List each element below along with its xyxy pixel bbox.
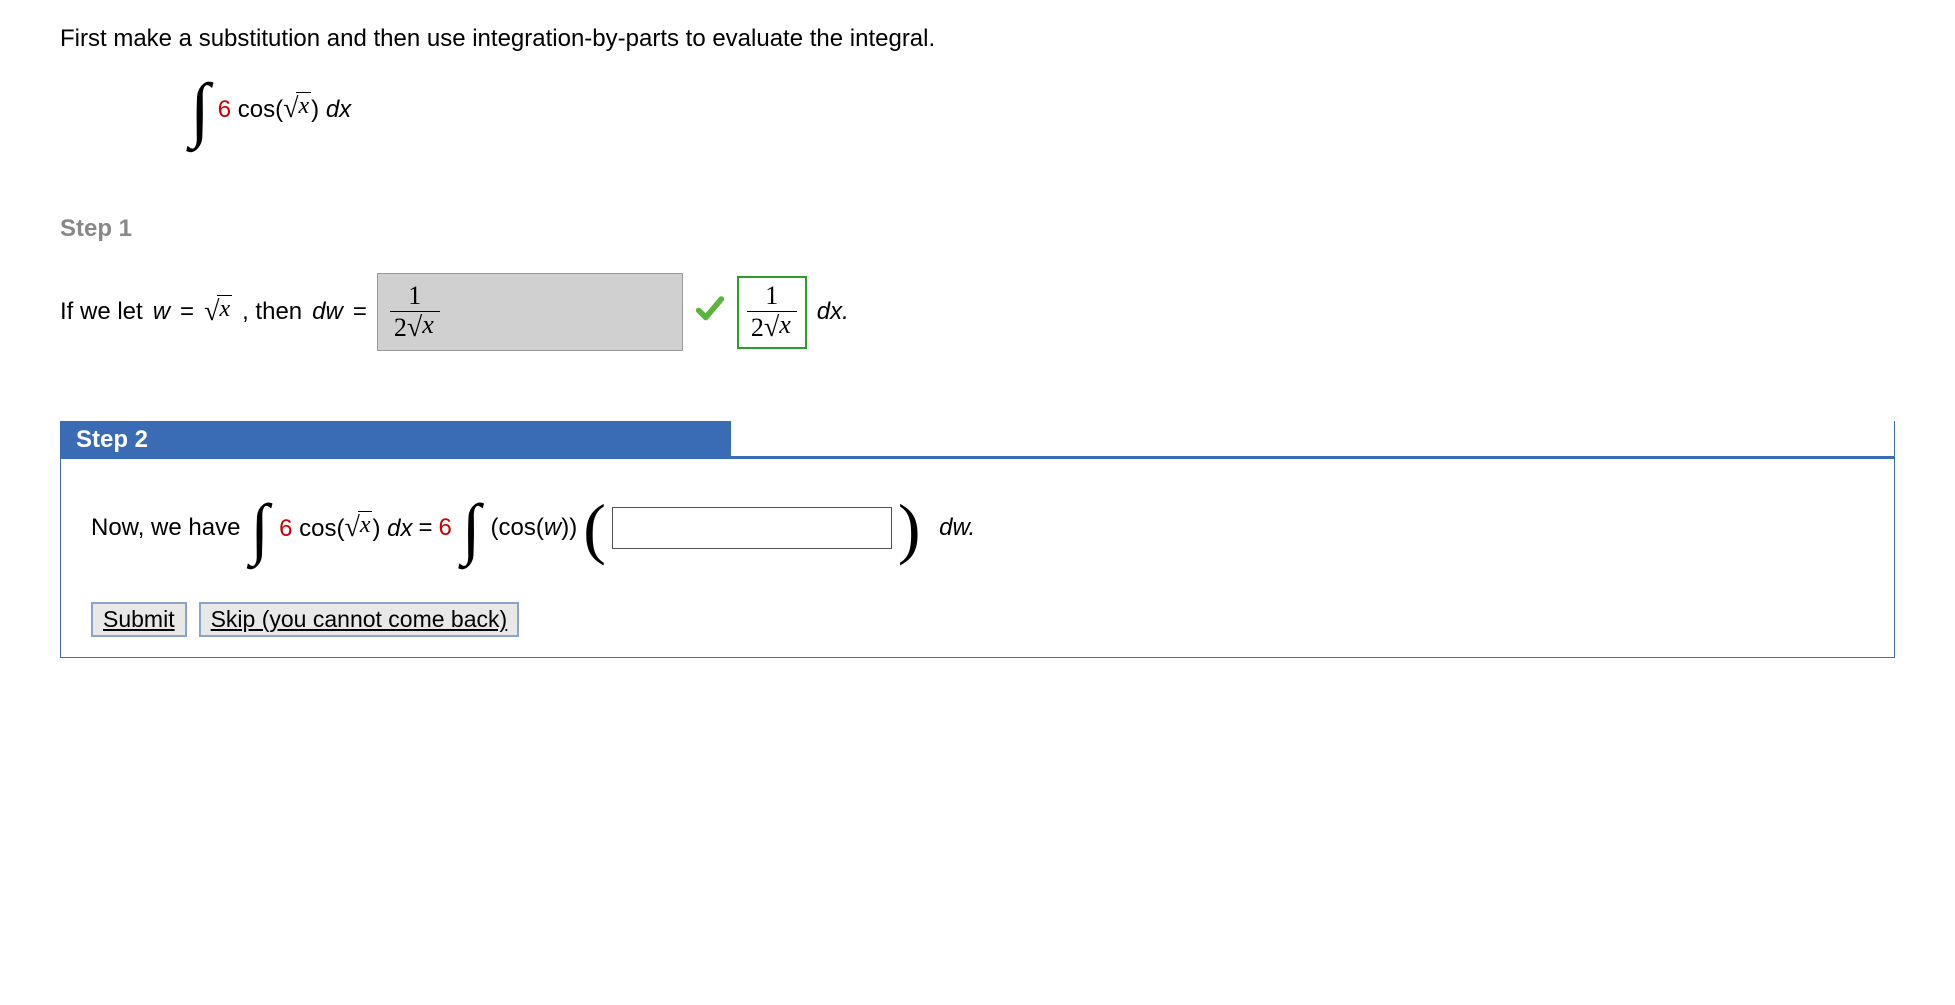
- step2-header: Step 2: [61, 421, 731, 459]
- w-var: w: [153, 298, 170, 326]
- step1-answer-box[interactable]: 1 2 √x: [377, 273, 683, 351]
- dx: dx: [326, 96, 351, 123]
- step2-section: Step 2 Now, we have ∫ 6 cos(√x) dx = 6 ∫…: [60, 421, 1895, 658]
- sqrt-x-icon: √x: [204, 296, 232, 328]
- step1-header: Step 1: [60, 215, 1895, 243]
- integral-sign-icon: ∫: [250, 494, 269, 562]
- submit-button[interactable]: Submit: [91, 602, 187, 637]
- step2-prefix: Now, we have: [91, 514, 240, 542]
- cos-close: ): [311, 96, 326, 123]
- problem-text: First make a substitution and then use i…: [60, 25, 935, 52]
- skip-button[interactable]: Skip (you cannot come back): [199, 602, 520, 637]
- sqrt-icon: √x: [283, 93, 311, 125]
- dw-var: dw: [312, 298, 343, 326]
- open-paren-icon: (: [583, 494, 606, 562]
- button-row: Submit Skip (you cannot come back): [91, 602, 1864, 637]
- cos-open: cos(: [231, 96, 283, 123]
- step2-answer-input[interactable]: [612, 507, 892, 549]
- user-answer-fraction: 1 2 √x: [390, 283, 440, 342]
- step1-content: If we let w = √x , then dw = 1 2 √x 1 2 …: [60, 273, 1895, 351]
- dw-period: dw.: [939, 514, 975, 542]
- close-paren-icon: ): [898, 494, 921, 562]
- integral-sign-icon: ∫: [190, 73, 210, 145]
- integral-sign-icon: ∫: [462, 494, 481, 562]
- step2-content: Now, we have ∫ 6 cos(√x) dx = 6 ∫ (cos(w…: [91, 494, 1864, 562]
- problem-integral: ∫ 6 cos(√x) dx: [190, 73, 1895, 145]
- sqrt-icon: √x: [344, 512, 372, 544]
- problem-statement: First make a substitution and then use i…: [60, 25, 1895, 53]
- step1-prefix: If we let: [60, 298, 143, 326]
- step1-correct-answer: 1 2 √x: [737, 276, 807, 349]
- checkmark-icon: [693, 292, 727, 333]
- coefficient: 6: [218, 96, 231, 123]
- dx-period: dx.: [817, 298, 849, 325]
